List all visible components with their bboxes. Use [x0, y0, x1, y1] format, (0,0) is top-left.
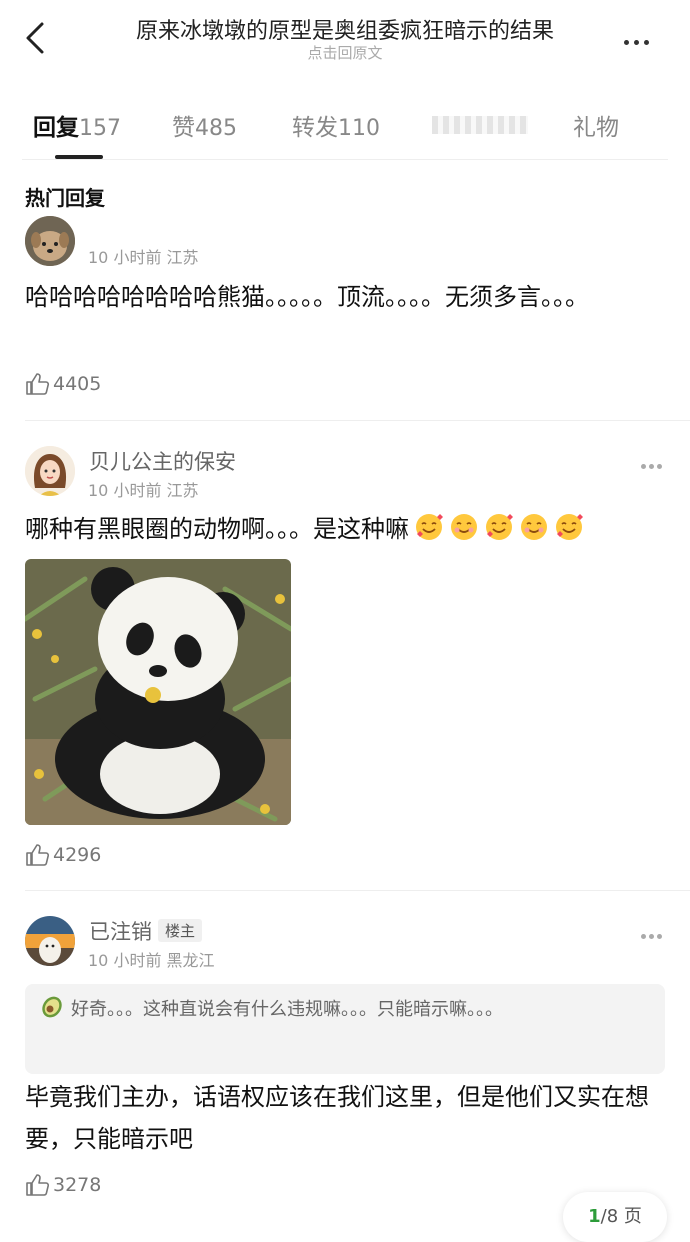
more-menu-button[interactable] [624, 30, 660, 45]
tab-reposts[interactable]: 转发110 [292, 108, 380, 142]
username[interactable]: 贝儿公主的保安 [89, 446, 236, 476]
thumbs-up-icon [26, 844, 50, 866]
comment-text: 哪种有黑眼圈的动物啊。。。是这种嘛 [25, 508, 665, 550]
back-to-original-link[interactable]: 点击回原文 [80, 42, 610, 63]
chevron-left-icon [26, 22, 44, 54]
like-button[interactable]: 3278 [25, 1173, 101, 1197]
comment-more-button[interactable] [641, 924, 667, 939]
more-icon [641, 924, 665, 943]
princess-avatar-icon [25, 446, 75, 496]
smiling-face-emoji [451, 514, 477, 540]
like-button[interactable]: 4296 [25, 843, 101, 867]
page-title: 原来冰墩墩的原型是奥组委疯狂暗示的结果 [135, 19, 554, 44]
avatar[interactable] [25, 916, 75, 966]
back-button[interactable] [22, 20, 52, 56]
tab-likes[interactable]: 赞485 [172, 108, 237, 142]
comment-meta: 10 小时前 江苏 [88, 248, 199, 267]
dog-avatar-icon [25, 216, 75, 266]
comment-meta: 10 小时前 江苏 [88, 481, 199, 500]
like-button[interactable]: 4405 [25, 372, 101, 396]
divider [22, 159, 668, 160]
more-icon [624, 30, 654, 49]
divider [25, 890, 690, 891]
avatar[interactable] [25, 446, 75, 496]
smiling-face-emoji [521, 514, 547, 540]
comment-meta: 10 小时前 黑龙江 [88, 951, 215, 970]
dog-sunset-avatar-icon [25, 916, 75, 966]
blurred-tab[interactable] [432, 116, 528, 134]
op-badge: 楼主 [158, 919, 203, 942]
page-indicator[interactable]: 1/8 页 [563, 1192, 667, 1242]
tab-replies[interactable]: 回复157 [33, 108, 121, 142]
username[interactable]: 已注销 楼主 [89, 916, 203, 946]
avatar[interactable] [25, 216, 75, 266]
thumbs-up-icon [26, 1174, 50, 1196]
tab-bar: 回复157 赞485 转发110 礼物 [0, 108, 690, 148]
panda-photo[interactable] [25, 559, 291, 825]
comment-text: 哈哈哈哈哈哈哈哈熊猫。。。。。顶流。。。。无须多言。。。 [25, 283, 589, 311]
comment-more-button[interactable] [641, 454, 667, 469]
more-icon [641, 454, 665, 473]
thumbs-up-icon [26, 373, 50, 395]
avocado-icon [42, 996, 62, 1018]
hot-replies-heading: 热门回复 [25, 186, 105, 210]
divider [25, 420, 690, 421]
smiling-face-with-hearts-emoji [416, 514, 443, 540]
smiling-face-with-hearts-emoji [556, 514, 583, 540]
panda-image [25, 559, 291, 825]
quoted-reply[interactable]: 好奇。。。这种直说会有什么违规嘛。。。只能暗示嘛。。。 [25, 984, 665, 1074]
comment-text: 毕竟我们主办，话语权应该在我们这里，但是他们又实在想要，只能暗示吧 [25, 1083, 649, 1153]
tab-gifts[interactable]: 礼物 [573, 108, 619, 142]
smiling-face-with-hearts-emoji [486, 514, 513, 540]
